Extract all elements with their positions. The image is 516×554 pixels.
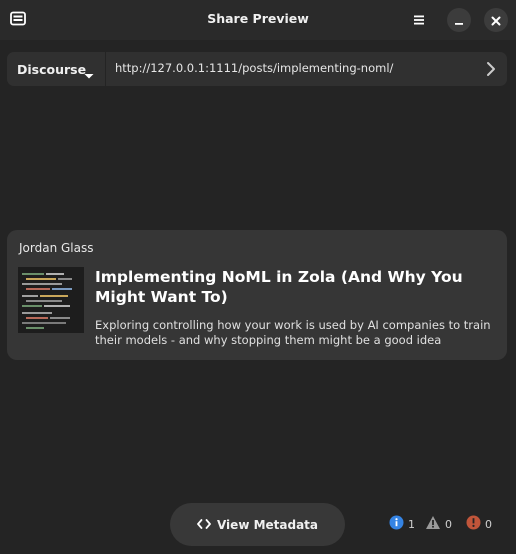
view-metadata-button[interactable]: View Metadata: [170, 503, 345, 546]
info-status[interactable]: 1: [389, 515, 415, 534]
headerbar: Share Preview: [0, 0, 516, 40]
error-status[interactable]: 0: [466, 515, 492, 534]
card-description: Exploring controlling how your work is u…: [95, 318, 491, 347]
error-icon: [466, 515, 481, 534]
info-count: 1: [408, 518, 415, 531]
service-dropdown[interactable]: Discourse: [7, 52, 106, 86]
service-label: Discourse: [17, 61, 87, 77]
close-button[interactable]: [484, 8, 508, 32]
error-count: 0: [485, 518, 492, 531]
hamburger-menu-icon: [413, 11, 425, 30]
address-bar: Discourse http://127.0.0.1:1111/posts/im…: [7, 52, 507, 86]
chevron-down-icon: [83, 65, 95, 84]
warning-count: 0: [445, 518, 452, 531]
url-input[interactable]: http://127.0.0.1:1111/posts/implementing…: [115, 61, 393, 75]
warning-status[interactable]: 0: [425, 515, 452, 534]
card-thumbnail: [18, 267, 84, 333]
close-icon: [491, 11, 501, 30]
view-metadata-label: View Metadata: [216, 517, 319, 532]
card-title: Implementing NoML in Zola (And Why You M…: [95, 268, 463, 306]
main-menu-button[interactable]: [407, 8, 431, 32]
window-title: Share Preview: [207, 11, 309, 26]
code-icon: [197, 515, 211, 534]
minimize-icon: [454, 11, 464, 30]
minimize-button[interactable]: [447, 8, 471, 32]
preview-card: Jordan Glass Implementing NoML in Zola (…: [7, 230, 507, 360]
chevron-right-icon[interactable]: [485, 61, 497, 81]
card-site-name: Jordan Glass: [19, 241, 94, 255]
warning-icon: [425, 515, 441, 534]
info-icon: [389, 515, 404, 534]
